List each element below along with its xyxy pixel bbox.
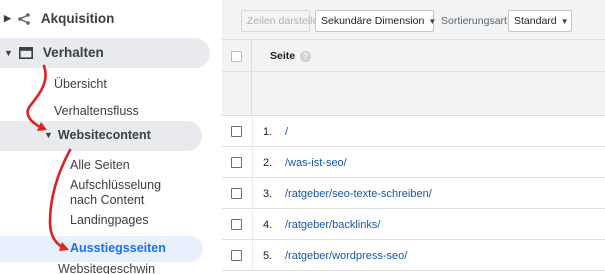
chevron-down-icon: ▼ bbox=[428, 16, 437, 26]
page-link[interactable]: / bbox=[285, 126, 288, 138]
sidebar-item-verhalten[interactable]: ▼ Verhalten bbox=[4, 45, 104, 60]
sidebar-item-landingpages[interactable]: Landingpages bbox=[70, 213, 149, 227]
row-checkbox[interactable] bbox=[231, 219, 242, 230]
column-header-seite[interactable]: Seite ? bbox=[270, 50, 312, 62]
dropdown-value: Standard bbox=[514, 15, 557, 27]
row-checkbox[interactable] bbox=[231, 157, 242, 168]
page-link[interactable]: /ratgeber/seo-texte-schreiben/ bbox=[285, 188, 432, 200]
sidebar-item-label: Landingpages bbox=[70, 213, 149, 227]
table-row: 4. /ratgeber/backlinks/ bbox=[222, 210, 605, 240]
chevron-down-icon: ▼ bbox=[560, 16, 569, 26]
table-header: Seite ? bbox=[222, 40, 605, 116]
sidebar-item-label: Akquisition bbox=[40, 11, 115, 26]
sidebar-item-label: Websitecontent bbox=[57, 128, 151, 142]
sidebar-item-ausstiegsseiten[interactable]: Ausstiegsseiten bbox=[70, 241, 166, 255]
table-row: 2. /was-ist-seo/ bbox=[222, 148, 605, 178]
dropdown-label: Sekundäre Dimension bbox=[321, 15, 425, 27]
header-divider bbox=[222, 71, 605, 72]
sidebar-item-label: Aufschlüsselung nach Content bbox=[70, 178, 162, 207]
sidebar-item-aufschluesselung[interactable]: Aufschlüsselung nach Content bbox=[70, 178, 180, 208]
sidebar-item-akquisition[interactable]: ▶ Akquisition bbox=[4, 11, 114, 26]
row-number: 2. bbox=[263, 157, 273, 169]
sidebar-item-verhaltensfluss[interactable]: Verhaltensfluss bbox=[54, 104, 139, 118]
select-all-checkbox[interactable] bbox=[231, 51, 242, 62]
column-divider bbox=[252, 241, 253, 270]
page-link[interactable]: /ratgeber/backlinks/ bbox=[285, 219, 380, 231]
caret-down-icon: ▼ bbox=[44, 130, 53, 140]
sidebar-item-alle-seiten[interactable]: Alle Seiten bbox=[70, 158, 130, 172]
column-divider bbox=[252, 117, 253, 146]
caret-down-icon: ▼ bbox=[4, 47, 13, 58]
column-divider bbox=[252, 179, 253, 208]
sidebar-item-websitecontent[interactable]: ▼ Websitecontent bbox=[44, 128, 151, 142]
table-row: 3. /ratgeber/seo-texte-schreiben/ bbox=[222, 179, 605, 209]
row-number: 4. bbox=[263, 219, 273, 231]
column-divider bbox=[252, 210, 253, 239]
sort-type-dropdown[interactable]: Standard ▼ bbox=[508, 10, 572, 32]
page-link[interactable]: /ratgeber/wordpress-seo/ bbox=[285, 250, 407, 262]
sidebar-item-label: Übersicht bbox=[54, 77, 107, 91]
sidebar-item-label: Alle Seiten bbox=[70, 158, 130, 172]
sidebar-item-label: Ausstiegsseiten bbox=[70, 241, 166, 255]
sidebar-item-websitegeschwindigkeit[interactable]: Websitegeschwin bbox=[58, 262, 155, 274]
column-header-label: Seite bbox=[270, 50, 296, 62]
column-divider bbox=[252, 148, 253, 177]
row-number: 3. bbox=[263, 188, 273, 200]
secondary-dimension-dropdown[interactable]: Sekundäre Dimension ▼ bbox=[315, 10, 437, 32]
sidebar-nav: ▶ Akquisition ▼ Verhalten Übersicht Verh… bbox=[0, 0, 210, 274]
sidebar-item-label: Verhalten bbox=[42, 45, 104, 60]
sidebar-item-uebersicht[interactable]: Übersicht bbox=[54, 77, 107, 91]
row-number: 1. bbox=[263, 126, 273, 138]
page-link[interactable]: /was-ist-seo/ bbox=[285, 157, 347, 169]
behavior-icon bbox=[18, 46, 33, 59]
header-checkbox-column bbox=[222, 40, 252, 116]
row-number: 5. bbox=[263, 250, 273, 262]
table-row: 5. /ratgeber/wordpress-seo/ bbox=[222, 241, 605, 271]
table-row: 1. / bbox=[222, 117, 605, 147]
acquisition-icon bbox=[18, 12, 30, 25]
help-icon[interactable]: ? bbox=[300, 50, 312, 62]
zeilen-darstellen-button[interactable]: Zeilen darstellen bbox=[241, 10, 324, 32]
row-checkbox[interactable] bbox=[231, 188, 242, 199]
sidebar-item-label: Verhaltensfluss bbox=[54, 104, 139, 118]
row-checkbox[interactable] bbox=[231, 250, 242, 261]
row-checkbox[interactable] bbox=[231, 126, 242, 137]
sidebar-item-label: Websitegeschwin bbox=[58, 262, 156, 274]
report-table: Seite ? 1. / 2. /was-ist-seo/ 3. /ratgeb… bbox=[222, 40, 605, 274]
sort-type-label: Sortierungsart: bbox=[441, 15, 510, 27]
report-toolbar: Zeilen darstellen Sekundäre Dimension ▼ … bbox=[222, 0, 605, 40]
button-label: Zeilen darstellen bbox=[247, 15, 325, 27]
caret-right-icon: ▶ bbox=[4, 13, 11, 23]
